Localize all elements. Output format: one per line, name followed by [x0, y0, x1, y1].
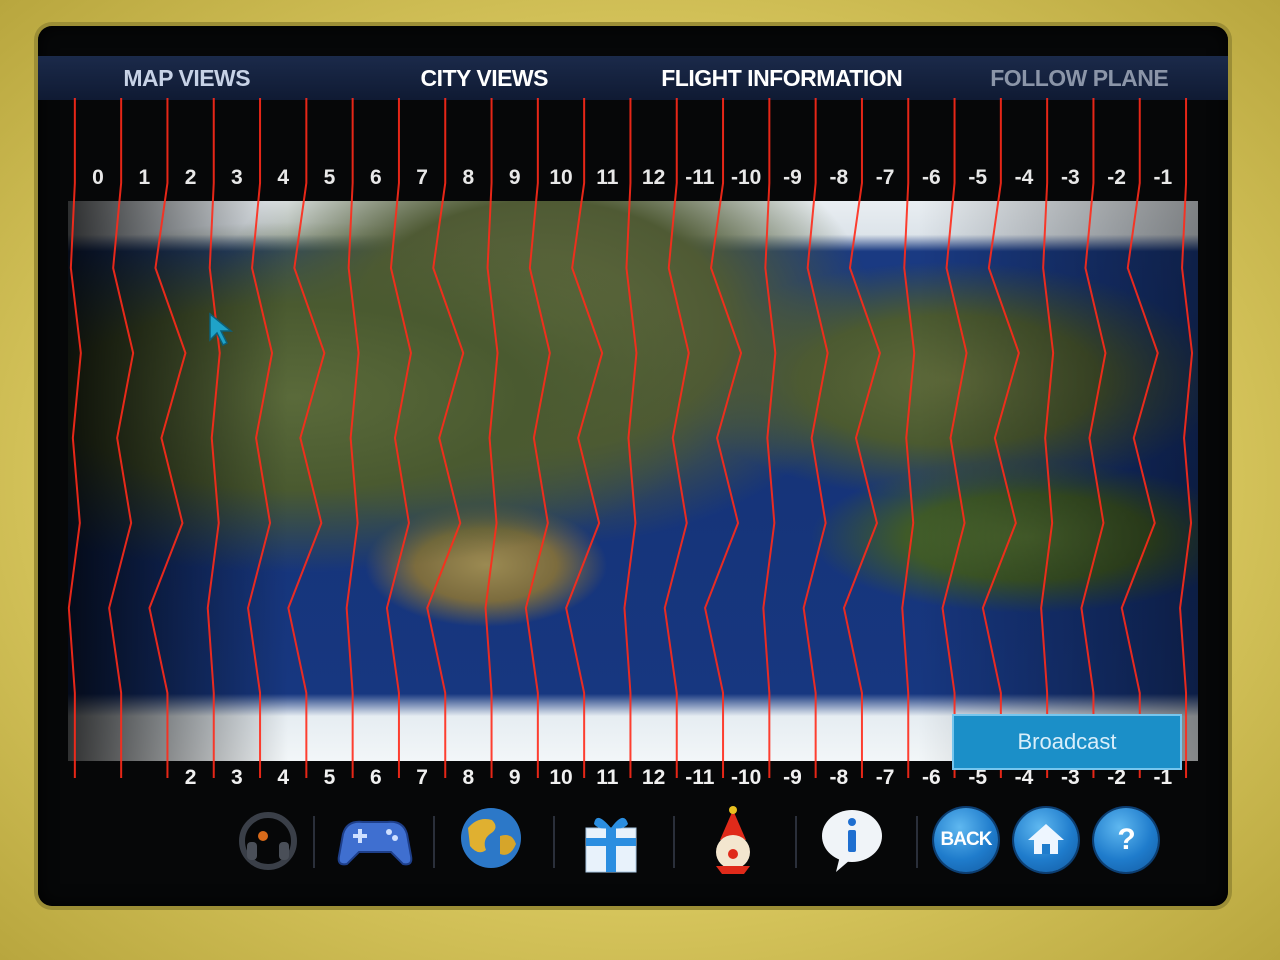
timezone-label: 8	[462, 766, 475, 789]
help-button[interactable]: ?	[1094, 808, 1158, 872]
timezone-label: 9	[508, 766, 521, 789]
timezone-boundary-line	[1040, 98, 1055, 778]
timezone-label: 3	[231, 766, 243, 789]
toolbar-divider	[916, 816, 918, 868]
timezone-label: 2	[184, 766, 197, 789]
timezone-label: -9	[783, 766, 802, 789]
toolbar-divider	[795, 816, 797, 868]
timezone-label: 5	[323, 766, 336, 789]
toolbar-divider	[433, 816, 435, 868]
info-icon[interactable]	[816, 806, 886, 876]
timezone-boundary-line	[148, 98, 187, 778]
timezone-boundary-line	[981, 98, 1020, 778]
ife-screen: MAP VIEWS CITY VIEWS FLIGHT INFORMATION …	[38, 26, 1228, 906]
timezone-boundary-line	[287, 98, 326, 778]
timezone-boundary-line	[1179, 98, 1194, 778]
timezone-label: 10	[549, 766, 573, 789]
timezone-boundary-line	[484, 98, 499, 778]
help-button-label: ?	[1117, 823, 1135, 856]
globe-icon[interactable]	[456, 806, 526, 876]
toolbar-divider	[673, 816, 675, 868]
timezone-boundary-line	[565, 98, 604, 778]
timezone-boundary-line	[247, 98, 274, 778]
timezone-label: 4	[277, 766, 290, 789]
headphones-icon[interactable]	[233, 806, 303, 876]
timezone-label: 12	[641, 766, 666, 789]
timezone-boundary-line	[385, 98, 412, 778]
timezone-label: -11	[685, 766, 715, 789]
timezone-boundary-line	[762, 98, 777, 778]
timezone-labels-bottom: 2 3 4 5 6 7 8 9 10 11 12 -11 -10 -9 -8 -7 -6 -5 -4 -3 -2 -1	[38, 766, 1228, 800]
clown-icon[interactable]	[698, 806, 768, 876]
timezone-boundary-line	[842, 98, 881, 778]
timezone-label: 6	[369, 766, 382, 789]
timezone-label: 11	[596, 766, 619, 789]
timezone-boundary-line	[108, 98, 135, 778]
timezone-boundary-line	[524, 98, 551, 778]
gift-icon[interactable]	[576, 806, 646, 876]
timezone-boundary-line	[901, 98, 916, 778]
timezone-boundary-line	[623, 98, 638, 778]
gamepad-icon[interactable]	[333, 806, 417, 876]
back-button-label: BACK	[940, 829, 993, 850]
timezone-boundary-line	[704, 98, 743, 778]
timezone-boundary-line	[663, 98, 690, 778]
timezone-boundary-line	[1080, 98, 1107, 778]
bottom-toolbar: BACK ?	[38, 806, 1228, 886]
timezone-boundary-line	[426, 98, 465, 778]
timezone-boundary-line	[1120, 98, 1159, 778]
timezone-label: -6	[922, 766, 941, 789]
home-icon	[1028, 824, 1064, 854]
timezone-boundary-line	[345, 98, 360, 778]
timezone-label: -7	[875, 766, 895, 789]
timezone-label: -10	[731, 766, 762, 789]
timezone-boundary-line	[941, 98, 968, 778]
timezone-boundary-line	[802, 98, 829, 778]
timezone-label: -8	[829, 766, 849, 789]
back-button[interactable]: BACK	[934, 808, 998, 872]
toolbar-divider	[553, 816, 555, 868]
broadcast-button[interactable]: Broadcast	[952, 714, 1182, 770]
timezone-boundary-line	[67, 98, 82, 778]
timezone-boundary-line	[206, 98, 221, 778]
timezone-label: 7	[416, 766, 428, 789]
home-button[interactable]	[1014, 808, 1078, 872]
toolbar-divider	[313, 816, 315, 868]
